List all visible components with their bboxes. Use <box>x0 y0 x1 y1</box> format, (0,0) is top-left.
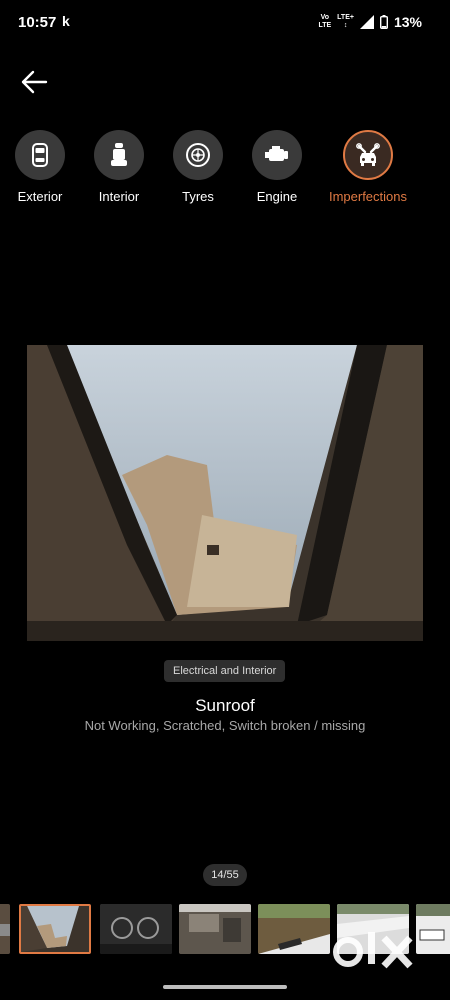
tab-label: Exterior <box>17 189 63 204</box>
battery-icon <box>379 15 388 29</box>
back-button[interactable] <box>14 62 54 102</box>
tab-icon-circle-active <box>343 130 393 180</box>
tyre-icon <box>186 143 210 167</box>
volte-badge: Vo LTE <box>318 14 332 29</box>
tab-label: Interior <box>98 189 140 204</box>
signal-icon <box>359 15 374 29</box>
status-indicators: Vo LTE LTE+ ↕ 13% <box>318 14 422 30</box>
engine-icon <box>265 146 288 161</box>
category-chip: Electrical and Interior <box>164 660 286 682</box>
tab-label: Imperfections <box>328 189 408 204</box>
tab-tyres[interactable]: Tyres <box>158 130 238 204</box>
battery-percent: 13% <box>393 14 422 30</box>
thumbnail-roof[interactable] <box>258 904 330 954</box>
image-counter: 14/55 <box>203 864 247 886</box>
car-exterior-icon <box>32 143 48 167</box>
tab-icon-circle <box>15 130 65 180</box>
car-seat-icon <box>111 143 127 166</box>
tab-icon-circle <box>173 130 223 180</box>
thumbnail-front-bumper[interactable] <box>416 904 450 954</box>
sunroof-photo-image <box>27 345 423 641</box>
home-indicator[interactable] <box>163 985 287 989</box>
item-description: Not Working, Scratched, Switch broken / … <box>84 718 366 733</box>
tab-label: Tyres <box>182 189 214 204</box>
tab-icon-circle <box>252 130 302 180</box>
app-notification-icon: k <box>62 13 70 29</box>
main-photo-sunroof[interactable] <box>27 345 423 641</box>
thumbnail-sunroof-active[interactable] <box>19 904 91 954</box>
tab-engine[interactable]: Engine <box>237 130 317 204</box>
tab-interior[interactable]: Interior <box>79 130 159 204</box>
item-title: Sunroof <box>195 696 255 715</box>
thumbnail-engine-bay[interactable] <box>179 904 251 954</box>
category-tabs: Exterior Interior Tyres Engine Imperfect… <box>0 130 450 210</box>
tab-exterior[interactable]: Exterior <box>0 130 80 204</box>
status-bar: 10:57 k Vo LTE LTE+ ↕ 13% <box>0 0 450 44</box>
thumbnail-previous-partial[interactable] <box>0 904 10 954</box>
tab-icon-circle <box>94 130 144 180</box>
arrow-left-icon <box>21 70 48 94</box>
thumbnail-dashboard[interactable] <box>100 904 172 954</box>
tab-label: Engine <box>256 189 298 204</box>
car-wrench-icon <box>356 143 380 166</box>
lte-badge: LTE+ ↕ <box>337 14 354 29</box>
status-time: 10:57 <box>18 14 57 31</box>
tab-imperfections[interactable]: Imperfections <box>328 130 408 204</box>
olx-watermark-logo <box>330 926 420 972</box>
